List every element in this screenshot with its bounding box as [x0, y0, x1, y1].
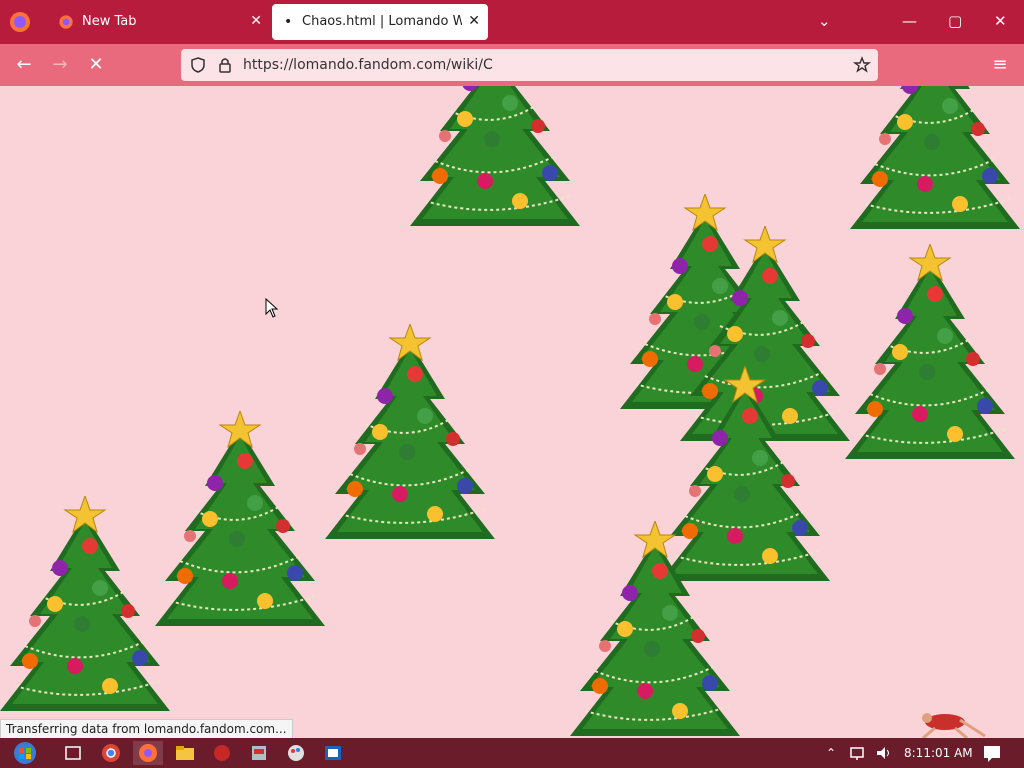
- nav-bar: ← → ✕ https://lomando.fandom.com/wiki/C …: [0, 44, 1024, 86]
- tray-chevron-icon[interactable]: ⌃: [826, 746, 836, 760]
- tab-list-button[interactable]: ⌄: [818, 12, 831, 30]
- page-content: [0, 86, 1024, 738]
- clock[interactable]: 8:11:01 AM: [904, 746, 973, 760]
- paint-icon[interactable]: [281, 741, 311, 765]
- app-icon[interactable]: [244, 741, 274, 765]
- christmas-tree-image: [410, 86, 580, 241]
- tab-chaos[interactable]: • Chaos.html | Lomando Wiki | Fa ✕: [272, 4, 488, 40]
- network-icon[interactable]: [846, 741, 870, 765]
- christmas-tree-image: [850, 86, 1020, 244]
- tab-new-tab[interactable]: New Tab ✕: [48, 4, 270, 40]
- firefox-taskbar-icon[interactable]: [133, 741, 163, 765]
- menu-button[interactable]: ≡: [986, 52, 1014, 78]
- tab-title: Chaos.html | Lomando Wiki | Fa: [302, 14, 462, 29]
- lock-icon[interactable]: [216, 56, 234, 74]
- notification-icon[interactable]: [980, 741, 1004, 765]
- app-blue-icon[interactable]: [318, 741, 348, 765]
- star-bookmark-icon[interactable]: [853, 56, 871, 74]
- forward-button[interactable]: →: [46, 52, 74, 78]
- shield-icon[interactable]: [189, 56, 207, 74]
- tab-title: New Tab: [82, 14, 137, 29]
- task-view-icon[interactable]: [58, 741, 88, 765]
- mouse-cursor-icon: [265, 298, 279, 318]
- stop-button[interactable]: ✕: [82, 52, 110, 78]
- tab-close-button[interactable]: ✕: [250, 13, 262, 29]
- volume-icon[interactable]: [872, 741, 896, 765]
- christmas-tree-image: [155, 411, 325, 641]
- christmas-tree-image: [570, 521, 740, 738]
- maximize-button[interactable]: ▢: [948, 12, 962, 30]
- taskbar: ⌃ 8:11:01 AM: [0, 738, 1024, 768]
- file-explorer-icon[interactable]: [170, 741, 200, 765]
- loading-dot-icon: •: [284, 14, 293, 30]
- tab-close-button[interactable]: ✕: [468, 13, 480, 29]
- christmas-tree-image: [845, 244, 1015, 474]
- start-button-icon[interactable]: [4, 741, 46, 765]
- christmas-tree-image: [325, 324, 495, 554]
- firefox-favicon-icon: [59, 15, 73, 29]
- tab-bar: New Tab ✕ • Chaos.html | Lomando Wiki | …: [0, 0, 1024, 44]
- firefox-icon[interactable]: [8, 10, 32, 34]
- status-bar: Transferring data from lomando.fandom.co…: [0, 719, 293, 739]
- minimize-button[interactable]: —: [902, 12, 917, 30]
- url-text: https://lomando.fandom.com/wiki/C: [243, 57, 493, 73]
- close-window-button[interactable]: ✕: [994, 12, 1007, 30]
- app-red-icon[interactable]: [207, 741, 237, 765]
- chrome-icon[interactable]: [96, 741, 126, 765]
- back-button[interactable]: ←: [10, 52, 38, 78]
- dancer-image: [922, 713, 986, 740]
- christmas-tree-image: [0, 496, 170, 726]
- url-bar[interactable]: https://lomando.fandom.com/wiki/C: [181, 49, 878, 81]
